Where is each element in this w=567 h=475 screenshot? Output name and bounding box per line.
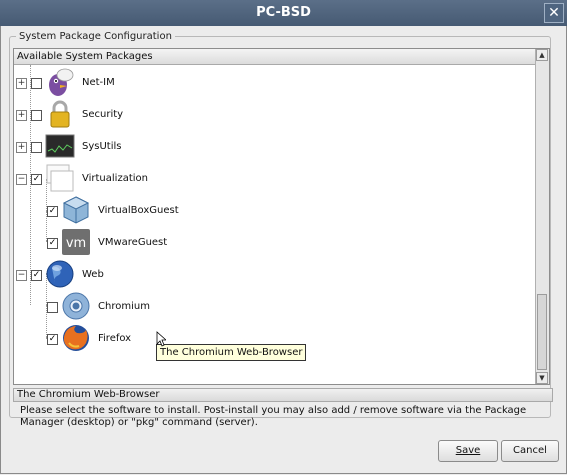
- tree-item-label: VMwareGuest: [98, 237, 168, 248]
- tree-item-chromium[interactable]: Chromium: [14, 291, 534, 323]
- tooltip: The Chromium Web-Browser: [156, 344, 307, 361]
- vmware-logo-text: vm: [66, 236, 86, 251]
- collapse-icon[interactable]: −: [16, 174, 27, 185]
- close-icon[interactable]: ✕: [544, 3, 564, 23]
- virtualbox-icon: [62, 196, 90, 224]
- tree-item-label: Web: [82, 269, 104, 280]
- checkbox-chromium[interactable]: [47, 302, 58, 313]
- tree-item-label: SysUtils: [82, 141, 122, 152]
- system-monitor-icon: [45, 134, 75, 158]
- tree-item-virtualization[interactable]: − ✓ Virtualization: [14, 163, 534, 195]
- checkbox-virtualboxguest[interactable]: ✓: [47, 206, 58, 217]
- checkbox-vmwareguest[interactable]: ✓: [47, 238, 58, 249]
- package-tree[interactable]: Available System Packages + Net-IM + Sec…: [13, 48, 550, 385]
- expand-icon[interactable]: +: [16, 110, 27, 121]
- windows-icon: [46, 164, 74, 192]
- padlock-icon: [50, 100, 70, 128]
- scrollbar-thumb[interactable]: [537, 294, 547, 370]
- package-description: The Chromium Web-Browser: [13, 388, 553, 402]
- tree-item-vmwareguest[interactable]: ✓ vm VMwareGuest: [14, 227, 534, 259]
- expand-icon[interactable]: +: [16, 142, 27, 153]
- window-title: PC-BSD: [256, 5, 311, 20]
- firefox-icon: [63, 325, 89, 351]
- tree-item-label: Chromium: [98, 301, 150, 312]
- tree-item-label: Security: [82, 109, 124, 120]
- tree-item-web[interactable]: − ✓ Web: [14, 259, 534, 291]
- save-button[interactable]: Save: [438, 440, 498, 462]
- tree-item-label: VirtualBoxGuest: [98, 205, 179, 216]
- globe-icon: [46, 260, 74, 288]
- vmware-icon: vm: [62, 229, 90, 255]
- checkbox-firefox[interactable]: ✓: [47, 334, 58, 345]
- tree-item-label: Net-IM: [82, 77, 115, 88]
- instruction-text: Please select the software to install. P…: [20, 405, 527, 428]
- mouse-cursor-icon: [156, 331, 166, 347]
- tree-header[interactable]: Available System Packages: [14, 49, 549, 65]
- vertical-scrollbar[interactable]: ▲ ▼: [535, 49, 549, 384]
- tree-item-sysutils[interactable]: + SysUtils: [14, 131, 534, 163]
- tree-item-label: Virtualization: [82, 173, 148, 184]
- tree-body: + Net-IM + Security + SysUtils − ✓ Virtu…: [14, 65, 534, 384]
- checkbox-security[interactable]: [31, 110, 42, 121]
- checkbox-net-im[interactable]: [31, 78, 42, 89]
- collapse-icon[interactable]: −: [16, 270, 27, 281]
- scroll-down-icon[interactable]: ▼: [536, 372, 548, 384]
- tree-item-security[interactable]: + Security: [14, 99, 534, 131]
- checkbox-sysutils[interactable]: [31, 142, 42, 153]
- scroll-up-icon[interactable]: ▲: [536, 49, 548, 61]
- save-button-label: Save: [455, 445, 481, 456]
- tree-item-virtualboxguest[interactable]: ✓ VirtualBoxGuest: [14, 195, 534, 227]
- pidgin-icon: [49, 68, 74, 96]
- cancel-button[interactable]: Cancel: [501, 440, 559, 462]
- checkbox-virtualization[interactable]: ✓: [31, 174, 42, 185]
- chromium-icon: [62, 292, 90, 320]
- expand-icon[interactable]: +: [16, 78, 27, 89]
- tree-item-net-im[interactable]: + Net-IM: [14, 67, 534, 99]
- cancel-button-label: Cancel: [513, 445, 547, 456]
- title-bar: PC-BSD ✕: [0, 0, 567, 26]
- dialog-window: System Package Configuration Available S…: [0, 26, 567, 474]
- checkbox-web[interactable]: ✓: [31, 270, 42, 281]
- tree-item-label: Firefox: [98, 333, 132, 344]
- group-legend: System Package Configuration: [19, 31, 172, 42]
